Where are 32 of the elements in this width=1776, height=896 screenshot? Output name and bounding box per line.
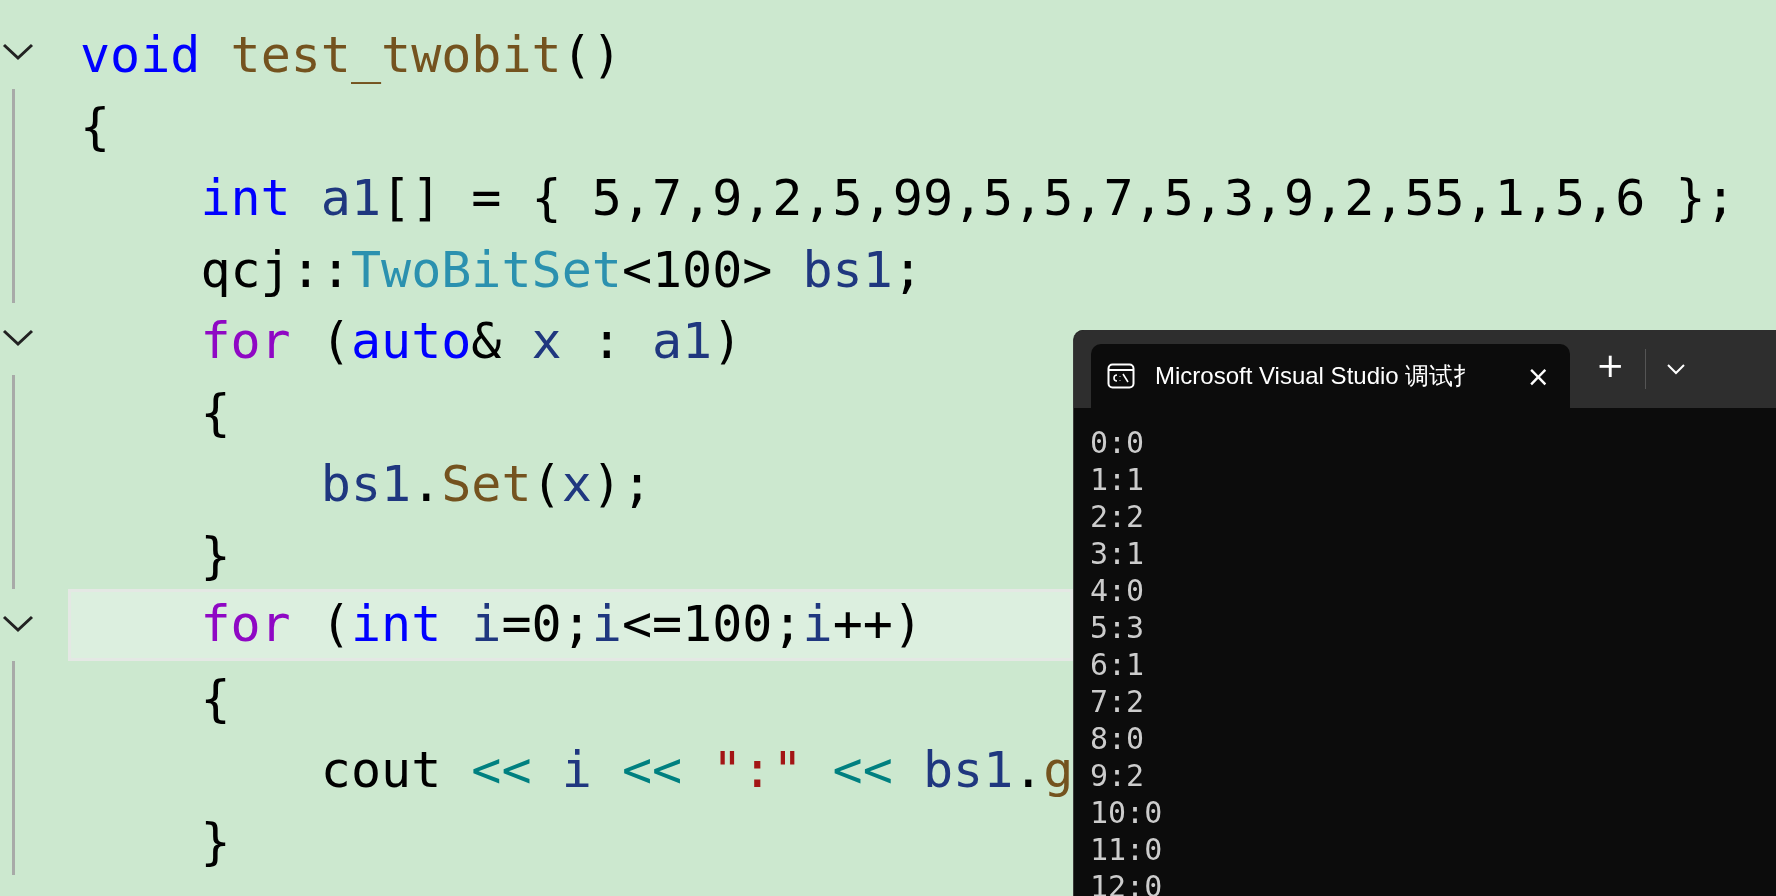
code-line: { xyxy=(199,382,232,444)
console-output-line: 11:0 xyxy=(1090,831,1164,868)
code-line: { xyxy=(79,96,112,158)
console-output-line: 10:0 xyxy=(1090,794,1164,831)
console-output-line: 4:0 xyxy=(1090,572,1146,609)
code-line: for (auto& x : a1) xyxy=(199,311,744,372)
code-line: void test_twobit() xyxy=(79,25,623,86)
code-line: } xyxy=(199,811,232,873)
console-output-line: 2:2 xyxy=(1090,498,1146,535)
collapse-chevron-icon[interactable] xyxy=(2,615,34,633)
console-output-line: 9:2 xyxy=(1090,757,1146,794)
collapse-chevron-icon[interactable] xyxy=(2,43,34,61)
console-output-line: 1:1 xyxy=(1090,461,1146,498)
code-line: bs1.Set(x); xyxy=(319,454,653,515)
collapse-chevron-icon[interactable] xyxy=(2,329,34,347)
dropdown-chevron-icon[interactable] xyxy=(1665,363,1686,375)
console-output-line: 5:3 xyxy=(1090,609,1146,646)
tab-title: Microsoft Visual Studio 调试扌 xyxy=(1155,361,1479,391)
code-line: int a1[] = { 5,7,9,2,5,99,5,5,7,5,3,9,2,55,1,5,6 }; xyxy=(199,168,1737,229)
code-line: cout << i << ":" << bs1.g xyxy=(319,740,1075,801)
console-output-line: 8:0 xyxy=(1090,720,1146,757)
console-output-line: 6:1 xyxy=(1090,646,1146,683)
console-tab[interactable]: Microsoft Visual Studio 调试扌 × xyxy=(1091,344,1570,408)
close-button[interactable]: × xyxy=(1522,359,1554,393)
console-output-line: 3:1 xyxy=(1090,535,1146,572)
console-output-line: 7:2 xyxy=(1090,683,1146,720)
console-icon xyxy=(1107,363,1135,389)
code-line: qcj::TwoBitSet<100> bs1; xyxy=(199,239,924,301)
code-line: { xyxy=(199,668,232,730)
console-output-line: 0:0 xyxy=(1090,424,1146,461)
new-tab-button[interactable]: + xyxy=(1590,337,1631,393)
code-line: } xyxy=(199,525,232,587)
